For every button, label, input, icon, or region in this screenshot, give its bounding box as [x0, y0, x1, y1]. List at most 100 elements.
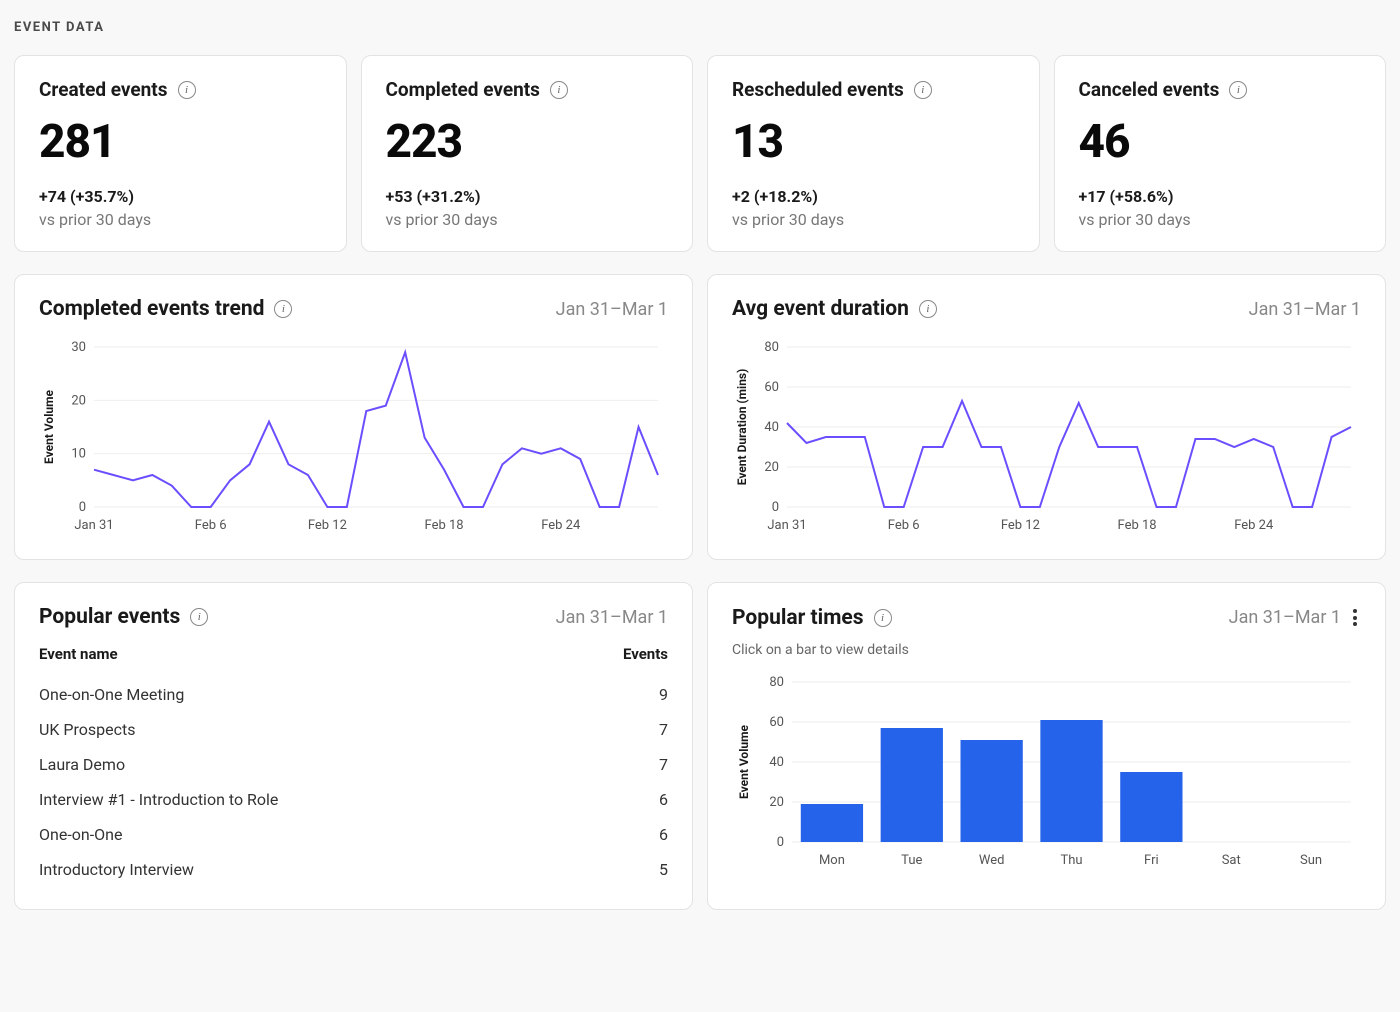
- kpi-delta: +74 (+35.7%): [39, 187, 322, 206]
- chart-hint: Click on a bar to view details: [732, 642, 1361, 658]
- svg-text:60: 60: [769, 715, 784, 730]
- section-label: EVENT DATA: [14, 20, 1386, 35]
- completed-trend-chart: 0 10 20 30 Jan 31 Feb 6 Feb 12 Feb 18 Feb 24 Even…: [39, 337, 668, 537]
- svg-text:Feb 6: Feb 6: [888, 518, 920, 533]
- chart-title: Avg event duration: [732, 297, 909, 321]
- popular-times-chart[interactable]: 020406080MonTueWedThuFriSatSunEvent Volu…: [732, 672, 1361, 872]
- kpi-value: 13: [732, 115, 1015, 169]
- event-name: Interview #1 - Introduction to Role: [39, 790, 278, 809]
- kpi-value: 46: [1079, 115, 1362, 169]
- svg-text:20: 20: [769, 795, 784, 810]
- kpi-compare: vs prior 30 days: [732, 210, 1015, 229]
- table-row: One-on-One 6: [39, 817, 668, 852]
- svg-text:Tue: Tue: [901, 853, 922, 868]
- svg-text:Jan 31: Jan 31: [74, 518, 113, 533]
- event-name: One-on-One: [39, 825, 122, 844]
- kpi-card-completed: Completed events i 223 +53 (+31.2%) vs p…: [361, 55, 694, 252]
- svg-text:Feb 12: Feb 12: [1001, 518, 1040, 533]
- bottom-row: Popular events i Jan 31–Mar 1 Event name…: [14, 582, 1386, 910]
- svg-text:20: 20: [764, 460, 779, 475]
- event-count: 9: [659, 685, 668, 704]
- svg-text:Event Volume: Event Volume: [42, 390, 56, 464]
- kpi-title: Rescheduled events: [732, 78, 904, 101]
- svg-text:Sun: Sun: [1300, 853, 1322, 868]
- svg-text:80: 80: [769, 675, 784, 690]
- info-icon[interactable]: i: [274, 300, 292, 318]
- svg-text:40: 40: [769, 755, 784, 770]
- popular-events-card: Popular events i Jan 31–Mar 1 Event name…: [14, 582, 693, 910]
- kpi-value: 281: [39, 115, 322, 169]
- chart-title: Completed events trend: [39, 297, 264, 321]
- svg-text:Feb 12: Feb 12: [308, 518, 347, 533]
- svg-text:0: 0: [79, 500, 86, 515]
- line-charts-row: Completed events trend i Jan 31–Mar 1 0 1…: [14, 274, 1386, 560]
- svg-text:80: 80: [764, 340, 779, 355]
- svg-text:Feb 24: Feb 24: [541, 518, 581, 533]
- info-icon[interactable]: i: [550, 81, 568, 99]
- info-icon[interactable]: i: [919, 300, 937, 318]
- event-name: Introductory Interview: [39, 860, 194, 879]
- kpi-delta: +2 (+18.2%): [732, 187, 1015, 206]
- kpi-title: Completed events: [386, 78, 540, 101]
- kpi-card-canceled: Canceled events i 46 +17 (+58.6%) vs pri…: [1054, 55, 1387, 252]
- event-name: UK Prospects: [39, 720, 135, 739]
- svg-text:Event Duration (mins): Event Duration (mins): [735, 369, 749, 486]
- bar[interactable]: [1120, 772, 1182, 842]
- event-count: 5: [659, 860, 668, 879]
- svg-text:0: 0: [772, 500, 779, 515]
- svg-text:Feb 24: Feb 24: [1234, 518, 1274, 533]
- svg-text:Fri: Fri: [1144, 853, 1159, 868]
- kpi-title: Created events: [39, 78, 168, 101]
- kpi-compare: vs prior 30 days: [39, 210, 322, 229]
- event-name: Laura Demo: [39, 755, 125, 774]
- event-name: One-on-One Meeting: [39, 685, 184, 704]
- chart-title: Popular times: [732, 606, 864, 630]
- svg-text:40: 40: [764, 420, 779, 435]
- chart-title: Popular events: [39, 605, 180, 629]
- svg-text:Jan 31: Jan 31: [767, 518, 806, 533]
- event-count: 7: [659, 720, 668, 739]
- event-count: 6: [659, 825, 668, 844]
- svg-text:30: 30: [71, 340, 86, 355]
- svg-text:Thu: Thu: [1060, 853, 1082, 868]
- popular-times-card: Popular times i Jan 31–Mar 1 Click on a …: [707, 582, 1386, 910]
- kpi-compare: vs prior 30 days: [1079, 210, 1362, 229]
- kpi-delta: +53 (+31.2%): [386, 187, 669, 206]
- kpi-card-created: Created events i 281 +74 (+35.7%) vs pri…: [14, 55, 347, 252]
- kpi-delta: +17 (+58.6%): [1079, 187, 1362, 206]
- bar[interactable]: [960, 740, 1022, 842]
- popular-events-body: One-on-One Meeting 9 UK Prospects 7 Laura De…: [39, 677, 668, 887]
- svg-text:Feb 18: Feb 18: [1118, 518, 1157, 533]
- info-icon[interactable]: i: [190, 608, 208, 626]
- info-icon[interactable]: i: [1229, 81, 1247, 99]
- more-menu-icon[interactable]: [1349, 605, 1361, 630]
- svg-text:Sat: Sat: [1222, 853, 1241, 868]
- bar[interactable]: [801, 804, 863, 842]
- kpi-row: Created events i 281 +74 (+35.7%) vs pri…: [14, 55, 1386, 252]
- table-row: Interview #1 - Introduction to Role 6: [39, 782, 668, 817]
- bar[interactable]: [881, 728, 943, 842]
- svg-text:60: 60: [764, 380, 779, 395]
- event-count: 6: [659, 790, 668, 809]
- svg-text:10: 10: [71, 447, 86, 462]
- kpi-title: Canceled events: [1079, 78, 1220, 101]
- svg-text:20: 20: [71, 393, 86, 408]
- svg-text:Feb 6: Feb 6: [195, 518, 227, 533]
- info-icon[interactable]: i: [914, 81, 932, 99]
- svg-text:Wed: Wed: [979, 853, 1005, 868]
- chart-range: Jan 31–Mar 1: [556, 299, 668, 320]
- avg-duration-card: Avg event duration i Jan 31–Mar 1 0 20 40 6…: [707, 274, 1386, 560]
- chart-range: Jan 31–Mar 1: [556, 607, 668, 628]
- event-count: 7: [659, 755, 668, 774]
- avg-duration-chart: 0 20 40 60 80 Jan 31 Feb 6 Feb 12 Feb 18 Feb 24 Ev…: [732, 337, 1361, 537]
- chart-range: Jan 31–Mar 1: [1249, 299, 1361, 320]
- kpi-card-rescheduled: Rescheduled events i 13 +2 (+18.2%) vs p…: [707, 55, 1040, 252]
- svg-text:Event Volume: Event Volume: [737, 725, 751, 799]
- info-icon[interactable]: i: [874, 609, 892, 627]
- info-icon[interactable]: i: [178, 81, 196, 99]
- svg-text:Feb 18: Feb 18: [425, 518, 464, 533]
- table-row: One-on-One Meeting 9: [39, 677, 668, 712]
- bar[interactable]: [1040, 720, 1102, 842]
- table-row: Introductory Interview 5: [39, 852, 668, 887]
- kpi-compare: vs prior 30 days: [386, 210, 669, 229]
